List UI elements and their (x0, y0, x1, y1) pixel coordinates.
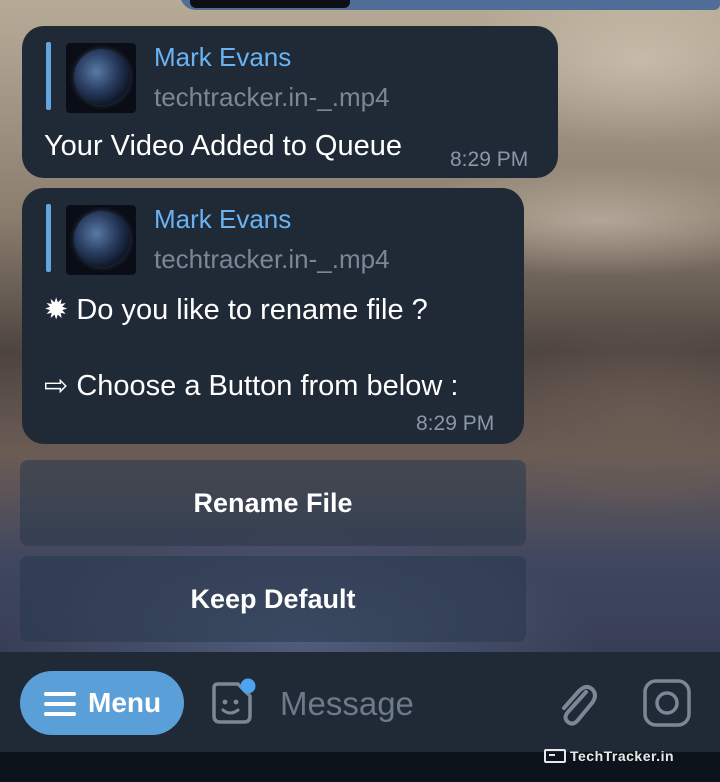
keep-default-button[interactable]: Keep Default (20, 556, 526, 642)
message-line-choose: ⇨ Choose a Button from below : (44, 370, 459, 402)
camera-icon[interactable] (642, 678, 692, 728)
earth-icon (74, 211, 130, 267)
message-bubble-queue[interactable]: Mark Evans techtracker.in-_.mp4 Your Vid… (22, 26, 558, 178)
paperclip-icon[interactable] (552, 678, 600, 730)
message-line-rename: ✹ Do you like to rename file ? (44, 294, 428, 326)
message-time: 8:29 PM (450, 148, 529, 171)
reply-author: Mark Evans (154, 204, 292, 234)
watermark: TechTracker.in (544, 746, 674, 766)
reply-filename: techtracker.in-_.mp4 (154, 244, 390, 274)
previous-message-edge (180, 0, 720, 10)
notification-dot (240, 678, 256, 694)
menu-label: Menu (88, 687, 162, 718)
message-time: 8:29 PM (416, 412, 495, 435)
rename-file-button[interactable]: Rename File (20, 460, 526, 546)
reply-author: Mark Evans (154, 42, 292, 72)
video-thumbnail (66, 205, 136, 275)
sticker-icon[interactable] (206, 678, 256, 728)
video-thumbnail (66, 43, 136, 113)
techtracker-logo-icon (544, 749, 566, 763)
reply-bar (46, 42, 51, 110)
hamburger-icon (44, 692, 76, 716)
reply-filename: techtracker.in-_.mp4 (154, 82, 390, 112)
reply-bar (46, 204, 51, 272)
input-bar: Menu (0, 652, 720, 752)
menu-button[interactable]: Menu (20, 671, 184, 735)
watermark-text: TechTracker.in (570, 748, 675, 764)
message-bubble-rename[interactable]: Mark Evans techtracker.in-_.mp4 ✹ Do you… (22, 188, 524, 444)
message-input[interactable] (278, 676, 542, 732)
message-text: Your Video Added to Queue (44, 130, 402, 162)
earth-icon (74, 49, 130, 105)
